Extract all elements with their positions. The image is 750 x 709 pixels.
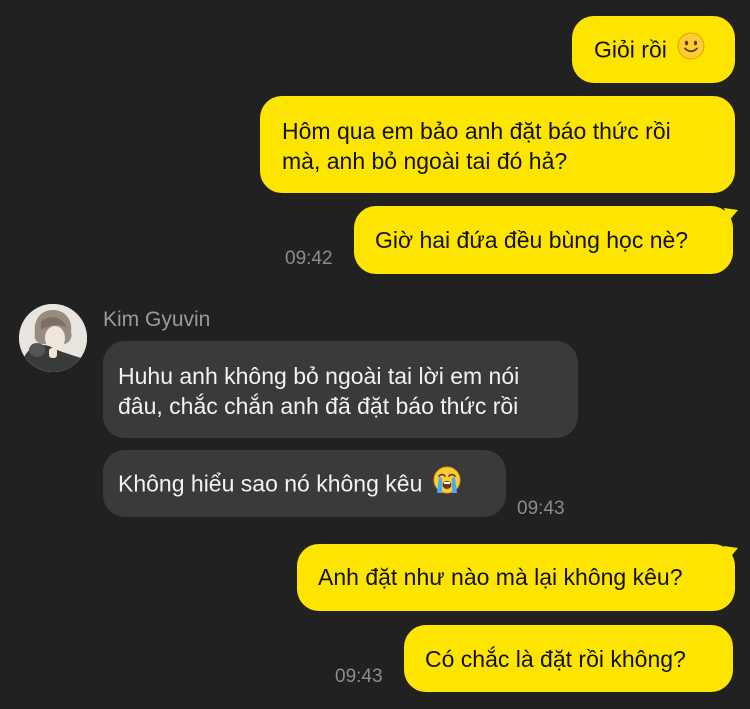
bubble-tail (724, 546, 738, 560)
outgoing-message-bubble[interactable]: Giờ hai đứa đều bùng học nè? (354, 206, 733, 274)
message-text-line: mà, anh bỏ ngoài tai đó hả? (282, 148, 568, 174)
message-text: Giỏi rồi (594, 36, 667, 63)
avatar[interactable] (19, 304, 87, 372)
message-text: Giờ hai đứa đều bùng học nè? (375, 227, 689, 253)
timestamp: 09:42 (285, 248, 333, 269)
message-text: Có chắc là đặt rồi không? (425, 646, 686, 672)
outgoing-message-bubble[interactable]: Hôm qua em bảo anh đặt báo thức rồi mà, … (260, 96, 735, 193)
outgoing-message-bubble[interactable]: Có chắc là đặt rồi không? (404, 625, 733, 692)
message-text: Anh đặt như nào mà lại không kêu? (318, 564, 683, 590)
timestamp: 09:43 (517, 498, 565, 519)
sender-name: Kim Gyuvin (103, 308, 211, 331)
bubble-tail (724, 208, 738, 222)
loudly-crying-face-icon (433, 466, 461, 501)
incoming-message-bubble[interactable]: Huhu anh không bỏ ngoài tai lời em nói đ… (103, 341, 578, 438)
profile-photo-icon (19, 304, 87, 372)
message-text-line: Hôm qua em bảo anh đặt báo thức rồi (282, 118, 671, 144)
message-text-line: Huhu anh không bỏ ngoài tai lời em nói (118, 363, 520, 389)
outgoing-message-bubble[interactable]: Giỏi rồi (572, 16, 735, 83)
incoming-message-bubble[interactable]: Không hiểu sao nó không kêu (103, 450, 506, 517)
outgoing-message-bubble[interactable]: Anh đặt như nào mà lại không kêu? (297, 544, 735, 611)
message-text-line: đâu, chắc chắn anh đã đặt báo thức rồi (118, 393, 519, 419)
message-text: Không hiểu sao nó không kêu (118, 470, 423, 497)
timestamp: 09:43 (335, 666, 383, 687)
slightly-smiling-face-icon (677, 32, 705, 67)
